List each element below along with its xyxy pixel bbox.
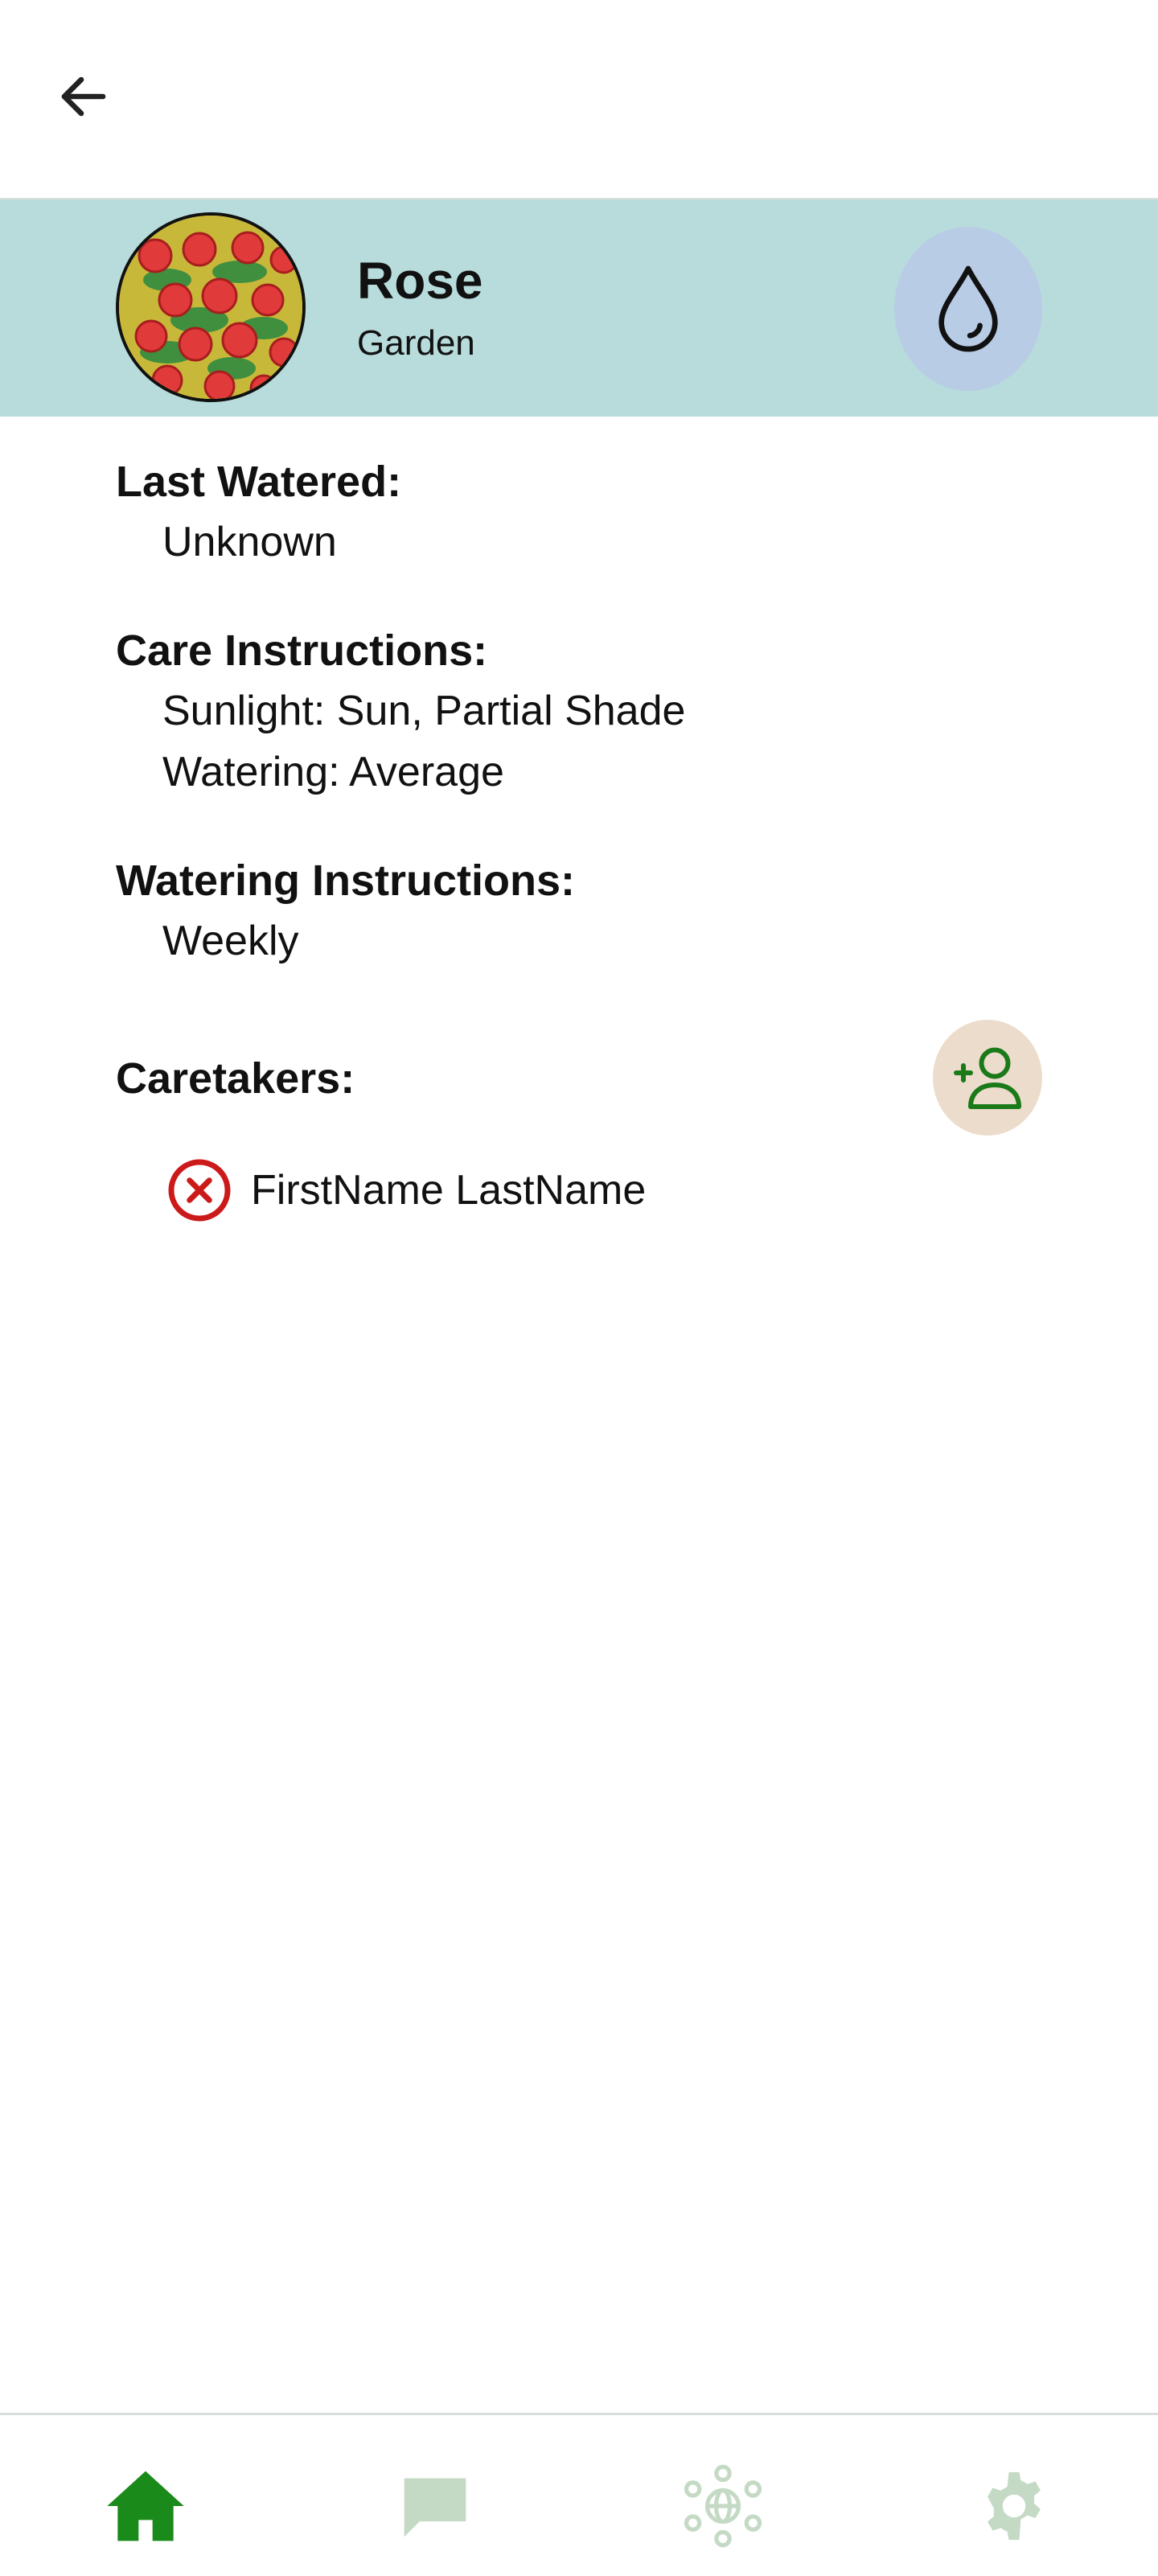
top-app-bar xyxy=(0,0,1158,199)
water-button[interactable] xyxy=(894,227,1042,391)
home-icon xyxy=(107,2471,184,2541)
caretakers-label: Caretakers: xyxy=(116,1054,355,1103)
bottom-navigation xyxy=(0,2413,1158,2576)
remove-caretaker-button[interactable] xyxy=(164,1155,235,1226)
plant-location: Garden xyxy=(357,323,475,363)
chat-icon xyxy=(404,2478,466,2537)
care-instructions-label: Care Instructions: xyxy=(116,627,488,675)
close-circle-icon xyxy=(168,1159,231,1222)
sunlight-info: Sunlight: Sun, Partial Shade xyxy=(162,688,686,734)
last-watered-label: Last Watered: xyxy=(116,458,402,506)
watering-info: Watering: Average xyxy=(162,749,504,795)
last-watered-value: Unknown xyxy=(162,519,337,565)
rose-image xyxy=(119,216,302,399)
arrow-left-icon xyxy=(61,76,106,117)
watering-instructions-label: Watering Instructions: xyxy=(116,857,576,905)
plant-name: Rose xyxy=(357,252,483,310)
watering-instructions-value: Weekly xyxy=(162,918,299,964)
plant-photo xyxy=(116,212,306,402)
settings-icon xyxy=(988,2471,1041,2541)
nav-community[interactable] xyxy=(679,2462,767,2550)
caretaker-name: FirstName LastName xyxy=(251,1167,647,1214)
add-person-icon xyxy=(954,1047,1021,1109)
nav-messages[interactable] xyxy=(391,2462,479,2550)
caretaker-item: FirstName LastName xyxy=(164,1150,646,1230)
community-icon xyxy=(684,2464,762,2548)
nav-settings[interactable] xyxy=(970,2462,1058,2550)
add-caretaker-button[interactable] xyxy=(933,1020,1042,1136)
back-button[interactable] xyxy=(45,58,122,135)
water-drop-icon xyxy=(938,265,998,352)
nav-home[interactable] xyxy=(101,2462,190,2550)
